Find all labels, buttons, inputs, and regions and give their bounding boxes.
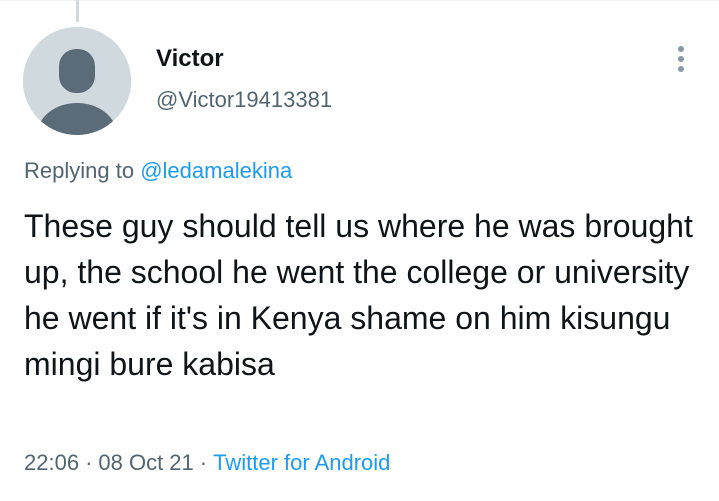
thread-connector-line	[76, 0, 79, 22]
tweet-source-link[interactable]: Twitter for Android	[213, 450, 390, 475]
metadata-separator: ·	[199, 450, 208, 475]
tweet-text: These guy should tell us where he was br…	[24, 208, 693, 382]
tweet-metadata: 22:06 · 08 Oct 21 · Twitter for Android	[24, 450, 390, 476]
more-options-button[interactable]	[664, 40, 698, 78]
author-display-name[interactable]: Victor	[156, 45, 224, 73]
metadata-separator: ·	[85, 450, 93, 475]
top-divider	[0, 0, 719, 1]
tweet-date[interactable]: 08 Oct 21	[98, 450, 193, 475]
more-vertical-icon	[678, 46, 684, 72]
author-handle[interactable]: @Victor19413381	[156, 87, 332, 113]
reply-context: Replying to @ledamalekina	[24, 158, 292, 184]
reply-context-prefix: Replying to	[24, 158, 135, 183]
reply-mention-link[interactable]: @ledamalekina	[140, 158, 292, 183]
avatar[interactable]	[23, 27, 131, 135]
tweet-time[interactable]: 22:06	[24, 450, 79, 475]
default-profile-icon	[23, 27, 131, 135]
